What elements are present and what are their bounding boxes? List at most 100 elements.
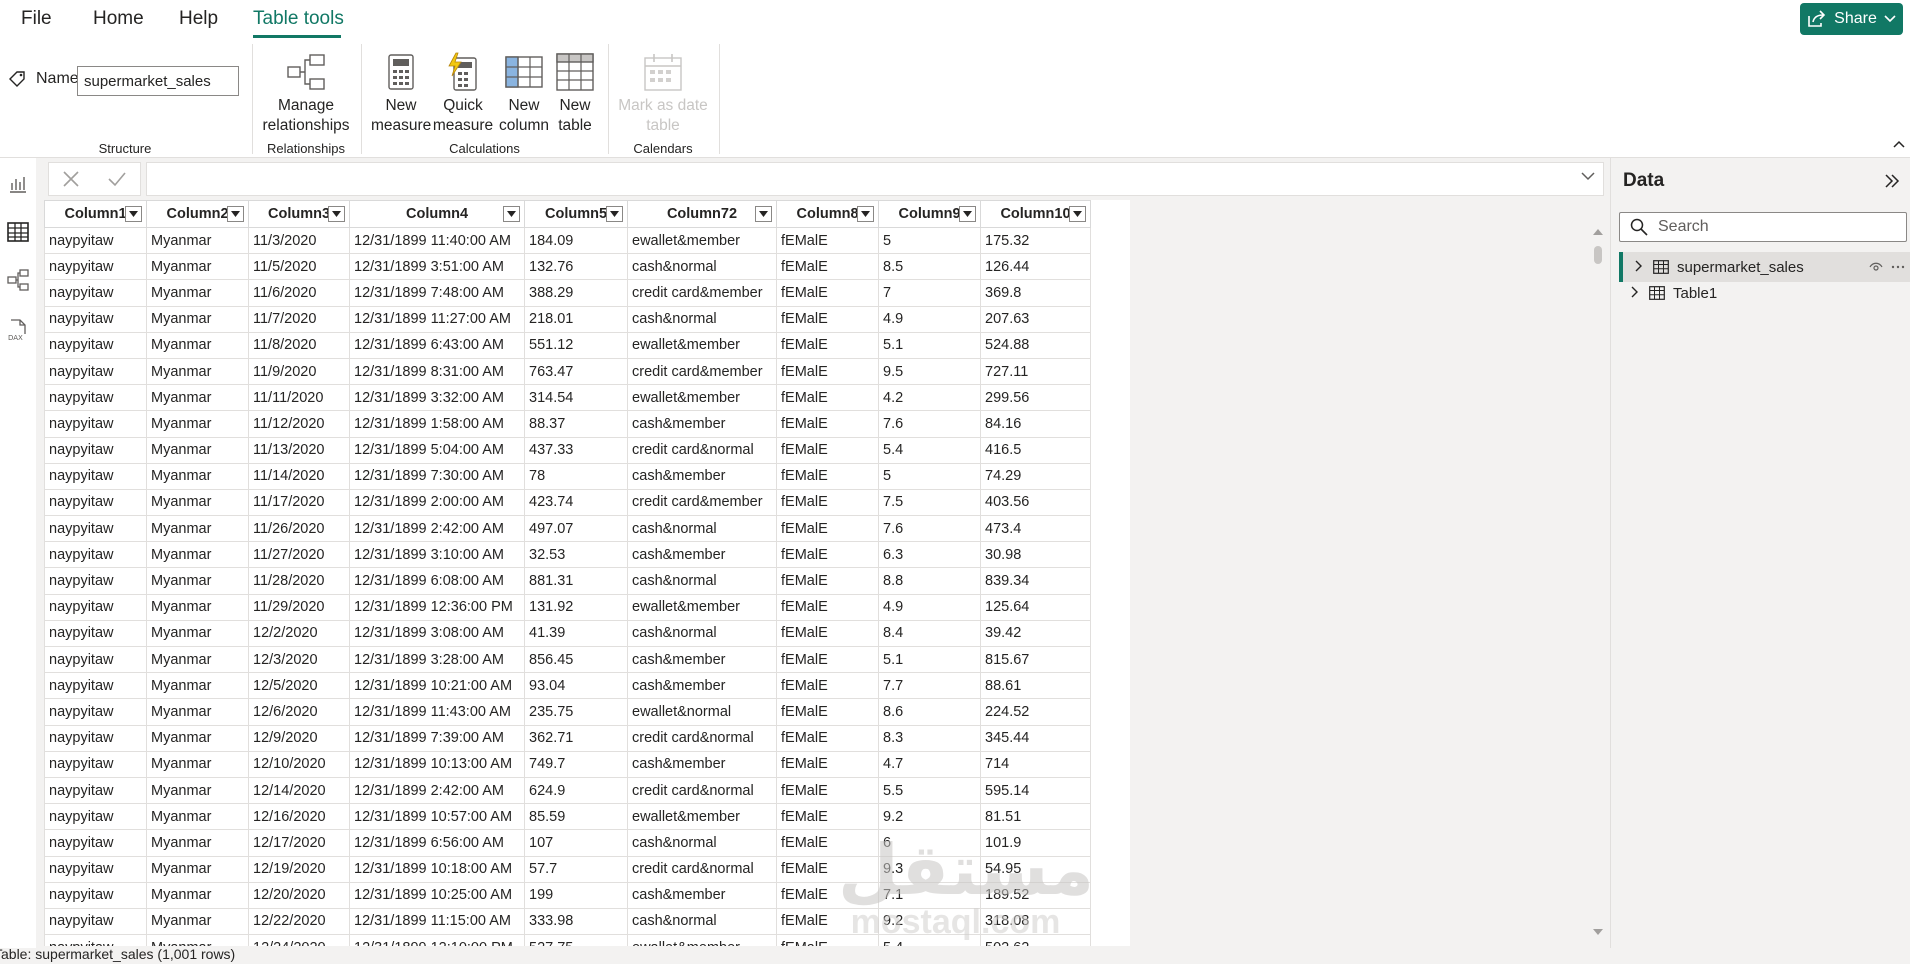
table-cell[interactable]: fEMalE bbox=[776, 436, 879, 464]
table-cell[interactable]: cash&member bbox=[627, 881, 777, 909]
dax-query-button[interactable]: DAX bbox=[6, 318, 30, 342]
share-button[interactable]: Share bbox=[1800, 3, 1903, 35]
table-cell[interactable]: naypyitaw bbox=[44, 436, 147, 464]
table-cell[interactable]: 7.5 bbox=[878, 488, 981, 517]
table-cell[interactable]: 881.31 bbox=[524, 567, 628, 595]
table-cell[interactable]: 437.33 bbox=[524, 436, 628, 464]
filter-dropdown-icon[interactable] bbox=[328, 206, 345, 222]
table-cell[interactable]: 12/31/1899 1:58:00 AM bbox=[349, 410, 525, 438]
filter-dropdown-icon[interactable] bbox=[606, 206, 623, 222]
table-cell[interactable]: naypyitaw bbox=[44, 698, 147, 726]
table-cell[interactable]: 11/9/2020 bbox=[248, 357, 350, 386]
table-cell[interactable]: ewallet&member bbox=[627, 384, 777, 412]
table-cell[interactable]: naypyitaw bbox=[44, 776, 147, 805]
table-cell[interactable]: 12/31/1899 2:00:00 AM bbox=[349, 488, 525, 517]
table-cell[interactable]: 78 bbox=[524, 462, 628, 490]
table-cell[interactable]: 11/27/2020 bbox=[248, 541, 350, 569]
table-cell[interactable]: 12/2/2020 bbox=[248, 619, 350, 648]
table-cell[interactable]: Myanmar bbox=[146, 724, 249, 752]
table-cell[interactable]: fEMalE bbox=[776, 593, 879, 621]
table-cell[interactable]: 132.76 bbox=[524, 253, 628, 281]
table-cell[interactable]: fEMalE bbox=[776, 226, 879, 255]
table-cell[interactable]: 54.95 bbox=[980, 855, 1091, 883]
table-cell[interactable]: fEMalE bbox=[776, 253, 879, 281]
table-cell[interactable]: 107 bbox=[524, 829, 628, 857]
table-cell[interactable]: 8.5 bbox=[878, 253, 981, 281]
table-cell[interactable]: 12/31/1899 6:56:00 AM bbox=[349, 829, 525, 857]
table-cell[interactable]: ewallet&member bbox=[627, 803, 777, 831]
table-name-input[interactable] bbox=[77, 66, 239, 96]
table-cell[interactable]: Myanmar bbox=[146, 253, 249, 281]
table-cell[interactable]: cash&normal bbox=[627, 907, 777, 936]
column-header[interactable]: Column8 bbox=[776, 200, 879, 228]
table-cell[interactable]: 473.4 bbox=[980, 515, 1091, 543]
chevron-right-icon[interactable] bbox=[1629, 259, 1649, 276]
table-cell[interactable]: Myanmar bbox=[146, 750, 249, 778]
table-cell[interactable]: fEMalE bbox=[776, 645, 879, 674]
table-cell[interactable]: fEMalE bbox=[776, 881, 879, 909]
cancel-icon[interactable] bbox=[62, 170, 80, 188]
table-cell[interactable]: Myanmar bbox=[146, 357, 249, 386]
table-cell[interactable]: 12/31/1899 11:27:00 AM bbox=[349, 305, 525, 333]
table-cell[interactable]: credit card&member bbox=[627, 488, 777, 517]
table-cell[interactable]: cash&member bbox=[627, 645, 777, 674]
new-column-button[interactable]: New column bbox=[494, 50, 554, 136]
table-cell[interactable]: 727.11 bbox=[980, 357, 1091, 386]
table-cell[interactable]: 12/31/1899 7:39:00 AM bbox=[349, 724, 525, 752]
report-view-button[interactable] bbox=[6, 172, 30, 196]
table-cell[interactable]: credit card&normal bbox=[627, 776, 777, 805]
table-cell[interactable]: cash&normal bbox=[627, 515, 777, 543]
table-cell[interactable]: 8.3 bbox=[878, 724, 981, 752]
table-cell[interactable]: 5.4 bbox=[878, 934, 981, 946]
table-cell[interactable]: 12/31/1899 12:36:00 PM bbox=[349, 593, 525, 621]
table-cell[interactable]: 85.59 bbox=[524, 803, 628, 831]
table-cell[interactable]: 12/16/2020 bbox=[248, 803, 350, 831]
menu-table-tools[interactable]: Table tools bbox=[253, 8, 344, 30]
table-cell[interactable]: 39.42 bbox=[980, 619, 1091, 648]
table-cell[interactable]: Myanmar bbox=[146, 226, 249, 255]
table-cell[interactable]: naypyitaw bbox=[44, 226, 147, 255]
model-view-button[interactable] bbox=[6, 268, 30, 292]
table-cell[interactable]: 314.54 bbox=[524, 384, 628, 412]
table-cell[interactable]: fEMalE bbox=[776, 934, 879, 946]
table-cell[interactable]: 12/6/2020 bbox=[248, 698, 350, 726]
table-cell[interactable]: ewallet&member bbox=[627, 331, 777, 359]
table-cell[interactable]: Myanmar bbox=[146, 515, 249, 543]
filter-dropdown-icon[interactable] bbox=[125, 206, 142, 222]
table-cell[interactable]: 749.7 bbox=[524, 750, 628, 778]
table-cell[interactable]: fEMalE bbox=[776, 305, 879, 333]
table-cell[interactable]: naypyitaw bbox=[44, 645, 147, 674]
table-cell[interactable]: 12/31/1899 7:30:00 AM bbox=[349, 462, 525, 490]
table-cell[interactable]: 57.7 bbox=[524, 855, 628, 883]
table-cell[interactable]: 12/5/2020 bbox=[248, 672, 350, 700]
table-cell[interactable]: naypyitaw bbox=[44, 829, 147, 857]
table-cell[interactable]: credit card&normal bbox=[627, 855, 777, 883]
table-cell[interactable]: Myanmar bbox=[146, 384, 249, 412]
commit-icon[interactable] bbox=[107, 171, 127, 187]
table-cell[interactable]: 12/31/1899 2:42:00 AM bbox=[349, 776, 525, 805]
table-cell[interactable]: 12/31/1899 11:40:00 AM bbox=[349, 226, 525, 255]
table-cell[interactable]: 12/22/2020 bbox=[248, 907, 350, 936]
column-header[interactable]: Column3 bbox=[248, 200, 350, 228]
menu-help[interactable]: Help bbox=[179, 8, 218, 30]
table-cell[interactable]: Myanmar bbox=[146, 645, 249, 674]
table-cell[interactable]: ewallet&member bbox=[627, 226, 777, 255]
table-cell[interactable]: 4.9 bbox=[878, 305, 981, 333]
table-cell[interactable]: 218.01 bbox=[524, 305, 628, 333]
table-cell[interactable]: fEMalE bbox=[776, 384, 879, 412]
table-cell[interactable]: fEMalE bbox=[776, 698, 879, 726]
column-header[interactable]: Column9 bbox=[878, 200, 981, 228]
table-cell[interactable]: 74.29 bbox=[980, 462, 1091, 490]
table-cell[interactable]: fEMalE bbox=[776, 541, 879, 569]
scroll-up-icon[interactable] bbox=[1592, 228, 1604, 236]
table-cell[interactable]: naypyitaw bbox=[44, 357, 147, 386]
table-cell[interactable]: 12/31/1899 6:43:00 AM bbox=[349, 331, 525, 359]
table-cell[interactable]: 624.9 bbox=[524, 776, 628, 805]
table-cell[interactable]: fEMalE bbox=[776, 357, 879, 386]
table-cell[interactable]: 7.6 bbox=[878, 410, 981, 438]
table-cell[interactable]: 12/31/1899 12:10:00 PM bbox=[349, 934, 525, 946]
table-cell[interactable]: naypyitaw bbox=[44, 488, 147, 517]
table-cell[interactable]: 12/24/2020 bbox=[248, 934, 350, 946]
table-cell[interactable]: 12/31/1899 10:18:00 AM bbox=[349, 855, 525, 883]
table-cell[interactable]: 12/17/2020 bbox=[248, 829, 350, 857]
